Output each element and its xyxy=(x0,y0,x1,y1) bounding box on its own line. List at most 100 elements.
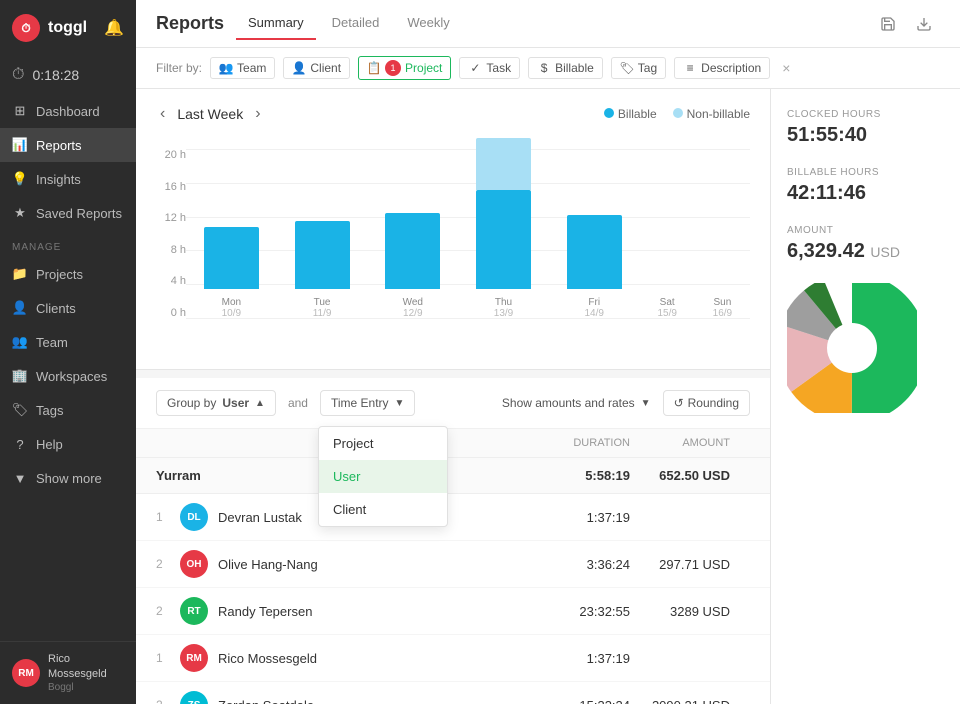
chart-bars: Mon10/9 Tue11/9 xyxy=(186,149,750,319)
table-section: Group by User ▲ Project User Client and xyxy=(136,378,770,704)
sidebar-item-help[interactable]: ? Help xyxy=(0,427,136,461)
col-header-amount: AMOUNT xyxy=(630,437,750,449)
user-name: Rico Mossesgeld xyxy=(48,652,124,681)
group-by-select[interactable]: Group by User ▲ xyxy=(156,390,276,416)
chevron-down-icon: ▼ xyxy=(12,470,28,486)
sidebar-item-label: Reports xyxy=(36,138,82,153)
table-row[interactable]: 2 RT Randy Tepersen 23:32:55 3289 USD xyxy=(136,588,770,635)
sidebar-item-label: Tags xyxy=(36,403,63,418)
sidebar-item-insights[interactable]: 💡 Insights xyxy=(0,162,136,196)
amount-currency: USD xyxy=(870,244,900,260)
entry-amount: 297.71 USD xyxy=(630,557,750,572)
filter-chip-billable[interactable]: $ Billable xyxy=(528,57,603,79)
sidebar-item-reports[interactable]: 📊 Reports xyxy=(0,128,136,162)
filter-chip-project[interactable]: 📋 1 Project xyxy=(358,56,451,80)
pie-chart-svg xyxy=(787,283,917,413)
group-by-label: Group by xyxy=(167,396,216,410)
entry-name: Zordan Seatdale xyxy=(218,698,510,704)
save-icon[interactable] xyxy=(872,8,904,40)
sidebar-item-team[interactable]: 👥 Team xyxy=(0,325,136,359)
insights-icon: 💡 xyxy=(12,171,28,187)
next-week-button[interactable]: › xyxy=(251,101,264,127)
filter-chip-tag[interactable]: 🏷 Tag xyxy=(611,57,666,79)
non-billable-legend: Non-billable xyxy=(673,107,750,121)
chevron-down-icon: ▼ xyxy=(395,398,405,409)
avatar: ZS xyxy=(180,691,208,704)
sidebar-item-show-more[interactable]: ▼ Show more xyxy=(0,461,136,495)
tab-weekly[interactable]: Weekly xyxy=(395,7,461,40)
table-controls: Group by User ▲ Project User Client and xyxy=(136,378,770,429)
and-label: and xyxy=(288,396,308,410)
table-group-row[interactable]: Yurram 5:58:19 652.50 USD xyxy=(136,458,770,494)
filter-chip-team[interactable]: 👥 Team xyxy=(210,57,275,79)
client-filter-icon: 👤 xyxy=(292,61,306,75)
sidebar-item-label: Insights xyxy=(36,172,81,187)
entry-index: 1 xyxy=(156,651,180,665)
sidebar-item-saved-reports[interactable]: ★ Saved Reports xyxy=(0,196,136,230)
bar-thu-non-billable xyxy=(476,138,531,190)
bar-tue: Tue11/9 xyxy=(295,221,350,319)
main-content: Reports Summary Detailed Weekly Filter b… xyxy=(136,0,960,704)
header: Reports Summary Detailed Weekly xyxy=(136,0,960,48)
projects-icon: 📁 xyxy=(12,266,28,282)
avatar-initials: RM xyxy=(18,668,34,679)
bar-wed-billable xyxy=(385,213,440,289)
clients-icon: 👤 xyxy=(12,300,28,316)
filter-label: Filter by: xyxy=(156,61,202,75)
entry-duration: 3:36:24 xyxy=(510,557,630,572)
chart-area: 20 h 16 h 12 h 8 h 4 h 0 h xyxy=(136,139,770,370)
bar-mon-billable xyxy=(204,227,259,289)
table-row[interactable]: 1 RM Rico Mossesgeld 1:37:19 xyxy=(136,635,770,682)
table-row[interactable]: 2 OH Olive Hang-Nang 3:36:24 297.71 USD xyxy=(136,541,770,588)
sidebar-item-projects[interactable]: 📁 Projects xyxy=(0,257,136,291)
dropdown-item-user[interactable]: User xyxy=(319,460,447,493)
dropdown-item-client[interactable]: Client xyxy=(319,493,447,526)
logo-icon: ⏱ xyxy=(12,14,40,42)
avatar: RM xyxy=(180,644,208,672)
timer-display: ⏱ 0:18:28 xyxy=(0,56,136,94)
sidebar-item-label: Workspaces xyxy=(36,369,107,384)
bar-chart: 20 h 16 h 12 h 8 h 4 h 0 h xyxy=(156,149,750,349)
entry-duration: 23:32:55 xyxy=(510,604,630,619)
logo-text: toggl xyxy=(48,19,87,37)
manage-label: MANAGE xyxy=(0,230,136,257)
tags-icon: 🏷 xyxy=(12,402,28,418)
col-header-duration: DURATION xyxy=(510,437,630,449)
filter-chip-description[interactable]: ≡ Description xyxy=(674,57,770,79)
clocked-hours-value: 51:55:40 xyxy=(787,124,944,147)
logo[interactable]: ⏱ toggl 🔔 xyxy=(0,0,136,56)
bar-thu: Thu13/9 xyxy=(476,138,531,319)
filter-close-icon[interactable]: × xyxy=(782,60,790,76)
sidebar-item-tags[interactable]: 🏷 Tags xyxy=(0,393,136,427)
tab-detailed[interactable]: Detailed xyxy=(320,7,392,40)
chart-y-axis: 20 h 16 h 12 h 8 h 4 h 0 h xyxy=(156,149,186,349)
sidebar-item-label: Projects xyxy=(36,267,83,282)
time-entry-select[interactable]: Time Entry ▼ xyxy=(320,390,415,416)
bar-thu-billable xyxy=(476,190,531,289)
user-profile[interactable]: RM Rico Mossesgeld Boggl xyxy=(0,641,136,704)
user-workspace: Boggl xyxy=(48,681,124,694)
filter-chip-task[interactable]: ✓ Task xyxy=(459,57,520,79)
tab-summary[interactable]: Summary xyxy=(236,7,316,40)
download-icon[interactable] xyxy=(908,8,940,40)
entry-name: Rico Mossesgeld xyxy=(218,651,510,666)
amount-value: 6,329.42 USD xyxy=(787,240,944,263)
prev-week-button[interactable]: ‹ xyxy=(156,101,169,127)
content-left: ‹ Last Week › Billable Non-billable 20 h… xyxy=(136,89,770,704)
entry-name: Olive Hang-Nang xyxy=(218,557,510,572)
rounding-button[interactable]: ↺ Rounding xyxy=(663,390,750,416)
entry-index: 2 xyxy=(156,557,180,571)
pie-chart xyxy=(787,283,944,416)
sidebar-item-dashboard[interactable]: ⊞ Dashboard xyxy=(0,94,136,128)
notification-icon[interactable]: 🔔 xyxy=(104,18,124,38)
filter-chip-client[interactable]: 👤 Client xyxy=(283,57,350,79)
content-area: ‹ Last Week › Billable Non-billable 20 h… xyxy=(136,89,960,704)
sidebar-item-workspaces[interactable]: 🏢 Workspaces xyxy=(0,359,136,393)
sidebar-item-clients[interactable]: 👤 Clients xyxy=(0,291,136,325)
dropdown-item-project[interactable]: Project xyxy=(319,427,447,460)
team-filter-icon: 👥 xyxy=(219,61,233,75)
billable-legend: Billable xyxy=(604,107,657,121)
show-amounts-select[interactable]: Show amounts and rates ▼ xyxy=(502,396,651,410)
table-row[interactable]: 2 ZS Zordan Seatdale 15:33:24 2090.21 US… xyxy=(136,682,770,704)
table-row[interactable]: 1 DL Devran Lustak 1:37:19 xyxy=(136,494,770,541)
